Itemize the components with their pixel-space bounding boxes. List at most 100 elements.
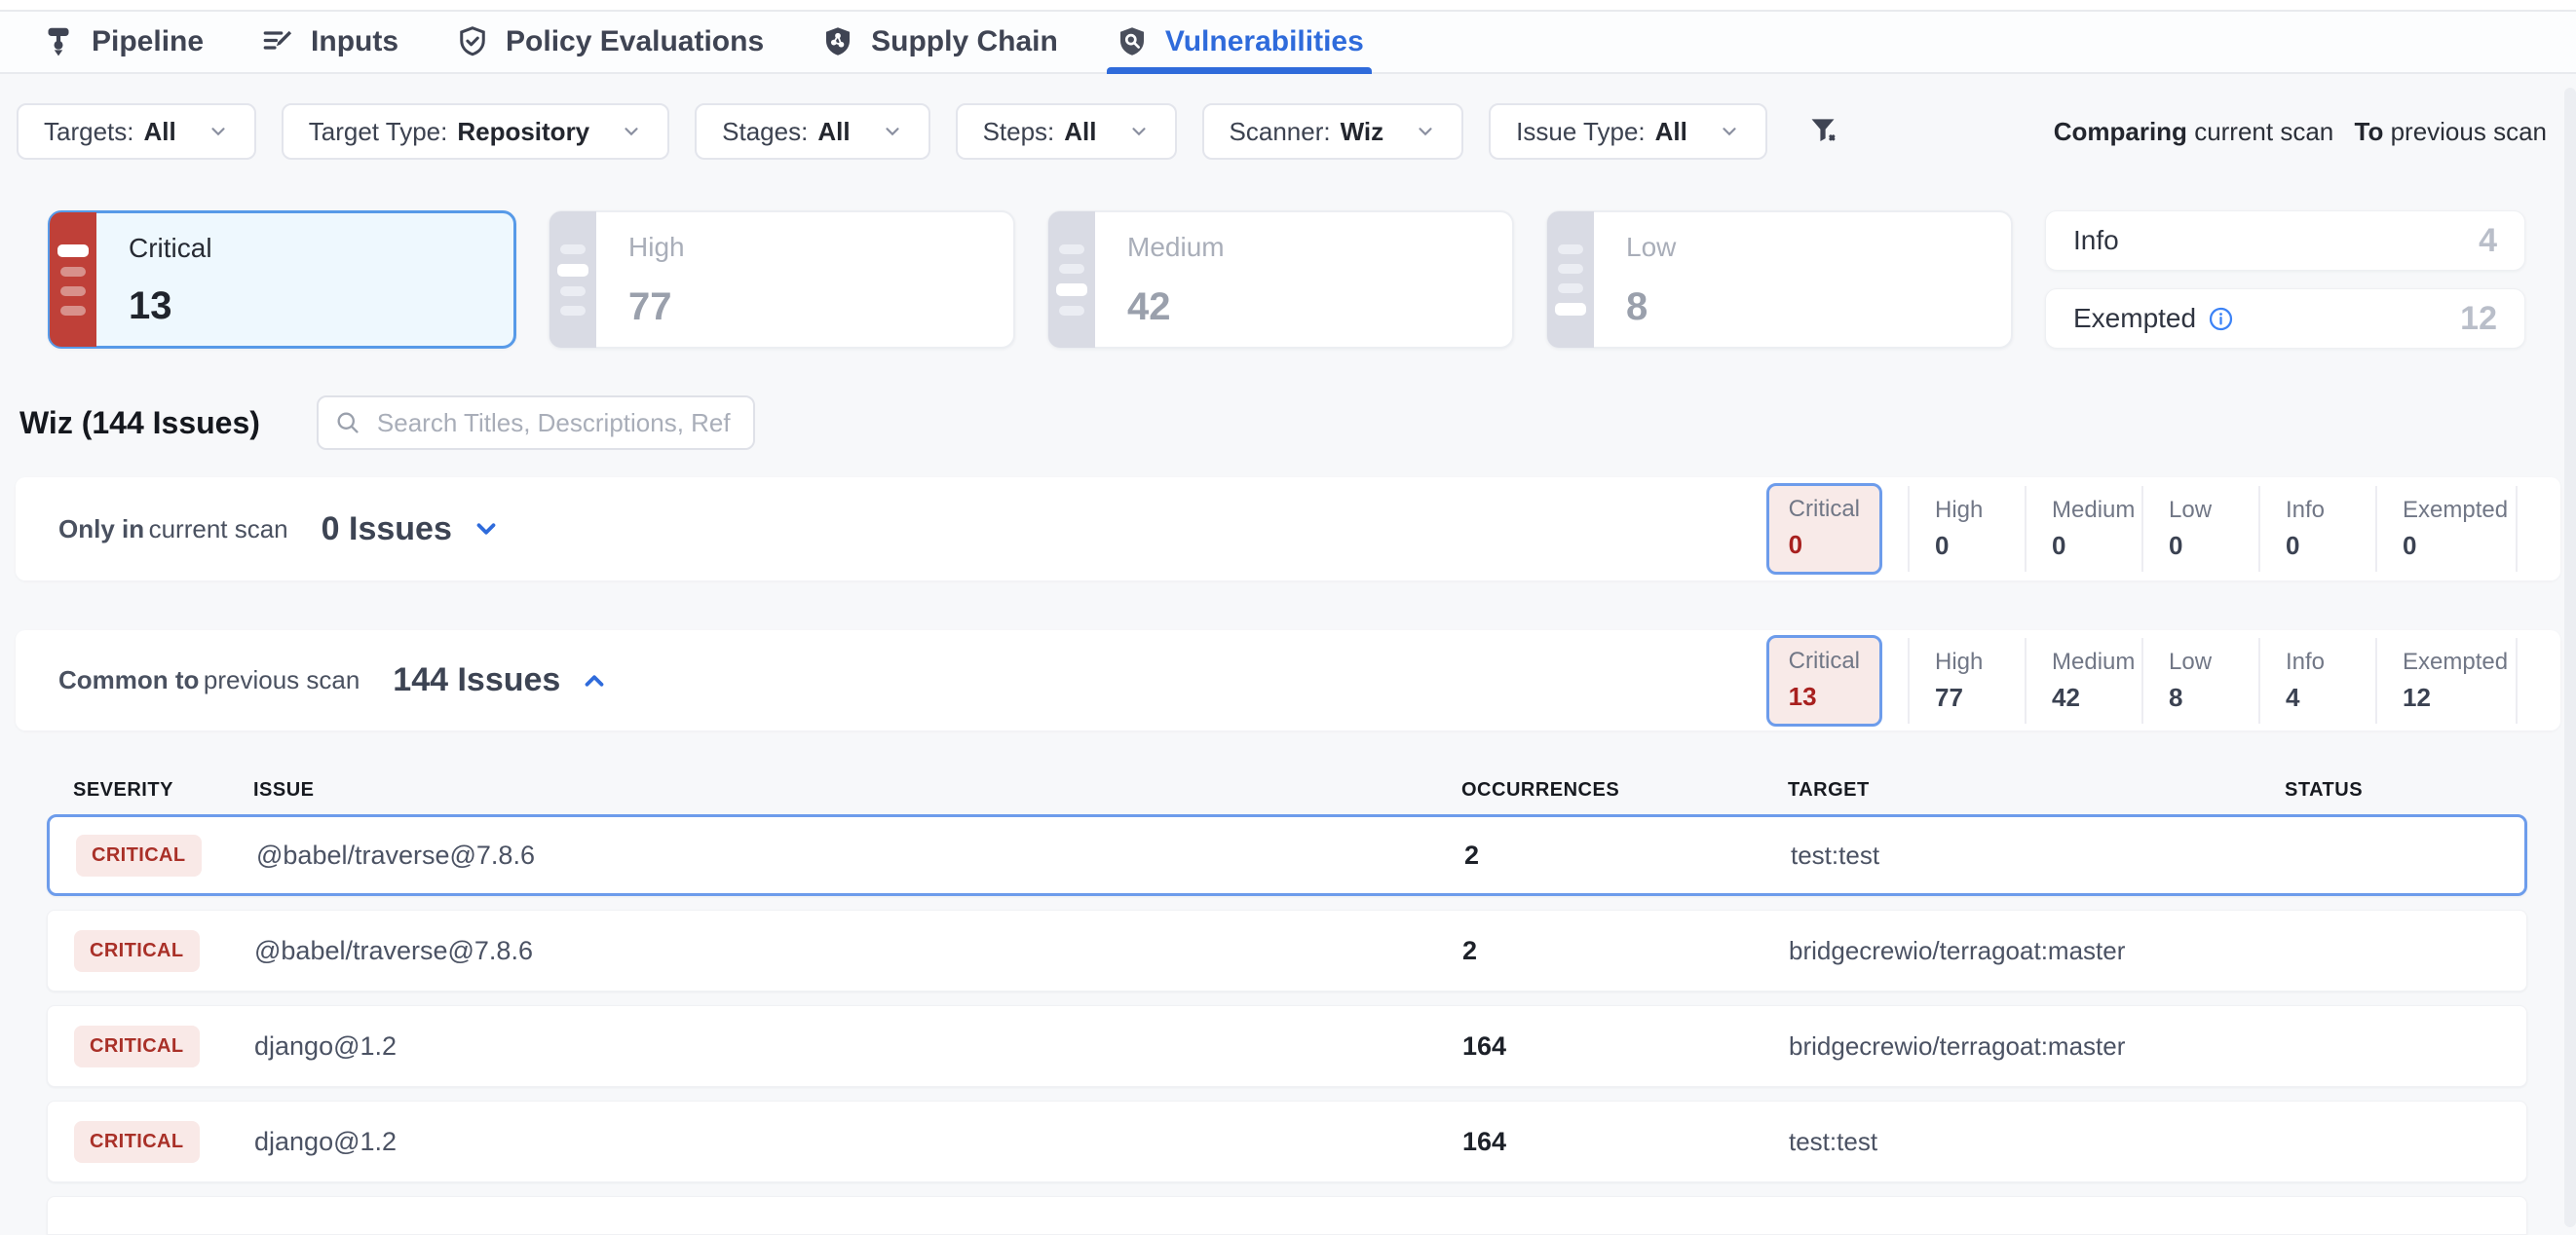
filter-targets[interactable]: Targets: All xyxy=(17,103,256,160)
occurrences-cell: 2 xyxy=(1464,841,1791,871)
chevron-down-icon[interactable] xyxy=(472,514,501,543)
chip-label: Info xyxy=(2286,649,2375,676)
chip-label: Low xyxy=(2169,649,2258,676)
severity-card-count: 42 xyxy=(1127,285,1493,329)
filter-label: Targets: xyxy=(44,117,134,147)
chevron-down-icon xyxy=(621,121,642,142)
issue-cell: django@1.2 xyxy=(254,1031,1462,1062)
info-card-count: 4 xyxy=(2479,222,2497,260)
issue-cell: @babel/traverse@7.8.6 xyxy=(256,841,1464,871)
table-row[interactable]: CRITICAL django@1.2 164 test:test xyxy=(47,1101,2527,1182)
chip-count: 77 xyxy=(1935,683,2025,713)
search-input[interactable] xyxy=(317,395,755,450)
search-icon xyxy=(334,409,361,436)
target-cell: test:test xyxy=(1789,1127,2286,1157)
tab-policy-evaluations[interactable]: Policy Evaluations xyxy=(455,12,764,72)
chip-count: 0 xyxy=(2169,531,2258,561)
chip-exempted[interactable]: Exempted 0 xyxy=(2375,486,2518,572)
group-issue-count: 144 Issues xyxy=(393,661,560,699)
tab-supply-chain[interactable]: Supply Chain xyxy=(820,12,1058,72)
chip-low[interactable]: Low 0 xyxy=(2141,486,2258,572)
top-strip xyxy=(0,0,2576,10)
chip-low[interactable]: Low 8 xyxy=(2141,638,2258,724)
filter-issue-type[interactable]: Issue Type: All xyxy=(1489,103,1767,160)
filter-value: All xyxy=(1655,117,1687,147)
inputs-icon xyxy=(260,24,295,59)
chip-exempted[interactable]: Exempted 12 xyxy=(2375,638,2518,724)
exempted-card-label: Exempted xyxy=(2073,303,2196,334)
chip-high[interactable]: High 77 xyxy=(1908,638,2025,724)
severity-card-low[interactable]: Low 8 xyxy=(1546,210,2013,349)
chip-count: 12 xyxy=(2403,683,2516,713)
severity-meter-icon xyxy=(1048,211,1095,348)
chevron-down-icon xyxy=(1415,121,1436,142)
table-row[interactable]: CRITICAL @babel/traverse@7.8.6 2 bridgec… xyxy=(47,910,2527,992)
group-issue-count: 0 Issues xyxy=(322,510,452,548)
chip-count: 0 xyxy=(2403,531,2516,561)
filter-value: All xyxy=(817,117,850,147)
table-row-partial[interactable] xyxy=(47,1196,2527,1235)
severity-cards-row: Critical 13 High 77 Medium 42 Low 8 xyxy=(48,210,2525,349)
occurrences-cell: 164 xyxy=(1462,1031,1789,1062)
issue-cell: @babel/traverse@7.8.6 xyxy=(254,936,1462,966)
comparing-scan: previous scan xyxy=(2391,117,2547,146)
search-box xyxy=(317,395,755,450)
filter-target-type[interactable]: Target Type: Repository xyxy=(282,103,669,160)
chip-info[interactable]: Info 0 xyxy=(2258,486,2375,572)
filter-value: Repository xyxy=(457,117,589,147)
chip-critical[interactable]: Critical 0 xyxy=(1766,483,1882,575)
chevron-down-icon xyxy=(208,121,229,142)
filter-label: Steps: xyxy=(983,117,1055,147)
chevron-up-icon[interactable] xyxy=(580,666,609,695)
tab-label: Inputs xyxy=(311,25,398,58)
tab-label: Vulnerabilities xyxy=(1165,25,1364,58)
pipeline-icon xyxy=(41,24,76,59)
severity-card-medium[interactable]: Medium 42 xyxy=(1047,210,1514,349)
info-card[interactable]: Info 4 xyxy=(2045,210,2525,271)
severity-card-count: 13 xyxy=(129,284,494,328)
group-common-to-previous-scan: Common to previous scan 144 Issues Criti… xyxy=(16,630,2560,730)
chevron-down-icon xyxy=(1719,121,1740,142)
filter-value: Wiz xyxy=(1341,117,1384,147)
chip-high[interactable]: High 0 xyxy=(1908,486,2025,572)
tab-pipeline[interactable]: Pipeline xyxy=(41,12,204,72)
severity-card-label: High xyxy=(628,232,994,263)
severity-card-count: 8 xyxy=(1626,285,1991,329)
table-row[interactable]: CRITICAL @babel/traverse@7.8.6 2 test:te… xyxy=(47,814,2527,896)
info-icon[interactable] xyxy=(2208,306,2234,332)
severity-chips: Critical 0 High 0 Medium 0 Low 0 Info 0 … xyxy=(1766,483,2518,575)
group-only-in-current-scan: Only in current scan 0 Issues Critical 0… xyxy=(16,477,2560,580)
chip-medium[interactable]: Medium 0 xyxy=(2025,486,2141,572)
filter-value: All xyxy=(144,117,176,147)
scrollbar[interactable] xyxy=(2564,88,2576,1227)
severity-meter-icon xyxy=(549,211,596,348)
exempted-card[interactable]: Exempted 12 xyxy=(2045,288,2525,349)
severity-meter-icon xyxy=(1547,211,1594,348)
table-header: SEVERITY ISSUE OCCURRENCES TARGET STATUS xyxy=(47,766,2527,814)
filter-scanner[interactable]: Scanner: Wiz xyxy=(1202,103,1464,160)
severity-chips: Critical 13 High 77 Medium 42 Low 8 Info… xyxy=(1766,635,2518,727)
tab-vulnerabilities[interactable]: Vulnerabilities xyxy=(1115,12,1364,72)
occurrences-cell: 2 xyxy=(1462,936,1789,966)
chip-label: Critical xyxy=(1789,648,1860,675)
chevron-down-icon xyxy=(882,121,903,142)
severity-card-critical[interactable]: Critical 13 xyxy=(48,210,516,349)
chip-critical[interactable]: Critical 13 xyxy=(1766,635,1882,727)
chip-label: Low xyxy=(2169,497,2258,524)
chip-medium[interactable]: Medium 42 xyxy=(2025,638,2141,724)
policy-evaluations-icon xyxy=(455,24,490,59)
tab-inputs[interactable]: Inputs xyxy=(260,12,398,72)
table-row[interactable]: CRITICAL django@1.2 164 bridgecrewio/ter… xyxy=(47,1005,2527,1087)
target-cell: test:test xyxy=(1791,841,2288,871)
severity-card-high[interactable]: High 77 xyxy=(549,210,1015,349)
chip-info[interactable]: Info 4 xyxy=(2258,638,2375,724)
col-occurrences: OCCURRENCES xyxy=(1461,779,1788,802)
severity-card-count: 77 xyxy=(628,285,994,329)
filter-stages[interactable]: Stages: All xyxy=(695,103,929,160)
filter-label: Stages: xyxy=(722,117,808,147)
filter-steps[interactable]: Steps: All xyxy=(956,103,1177,160)
group-scope: current scan xyxy=(149,514,288,544)
chip-count: 42 xyxy=(2052,683,2141,713)
col-status: STATUS xyxy=(2285,779,2527,802)
filter-clear-icon[interactable] xyxy=(1806,113,1843,150)
